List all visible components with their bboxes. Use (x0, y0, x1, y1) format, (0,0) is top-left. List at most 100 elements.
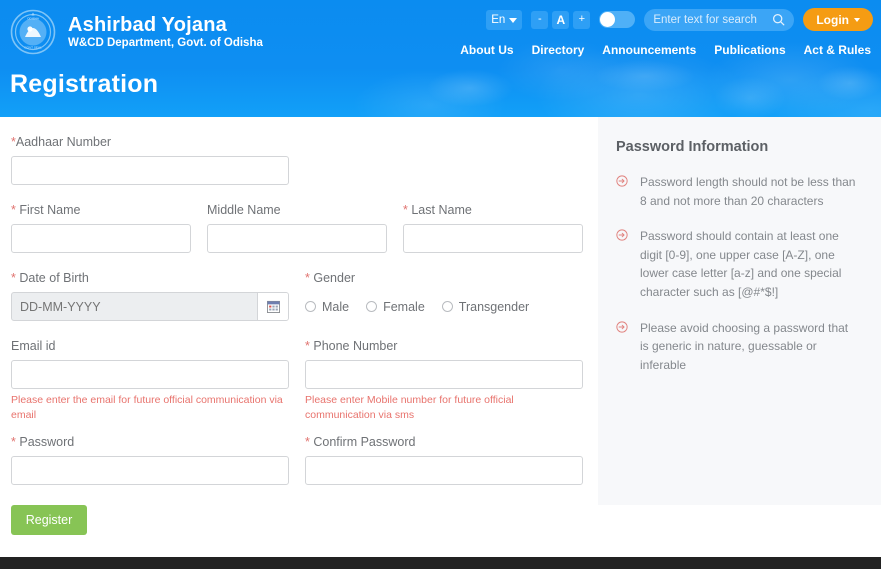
aadhaar-label: *Aadhaar Number (11, 135, 583, 149)
first-name-label-text: First Name (19, 203, 81, 217)
svg-text:ODISHA: ODISHA (27, 17, 40, 21)
password-rule-item: Please avoid choosing a password that is… (616, 319, 857, 375)
font-reset-button[interactable]: A (552, 10, 570, 29)
gender-option-transgender-label: Transgender (458, 299, 530, 314)
site-header: ODISHA GOVT SEAL Ashirbad Yojana W&CD De… (0, 0, 881, 117)
email-input[interactable] (11, 360, 289, 389)
header-background-wave-overlay (390, 58, 881, 117)
chevron-down-icon (509, 17, 518, 23)
login-button[interactable]: Login (803, 8, 873, 31)
page-title: Registration (10, 70, 159, 98)
password-rule-text: Please avoid choosing a password that is… (640, 320, 849, 372)
font-increase-button[interactable]: + (573, 10, 591, 29)
register-button[interactable]: Register (11, 505, 87, 536)
arrow-circle-icon (616, 229, 628, 241)
font-size-controls: - A + (531, 10, 591, 29)
first-name-input[interactable] (11, 224, 191, 253)
password-panel-title: Password Information (616, 139, 769, 155)
confirm-password-field-group: * Confirm Password (305, 435, 583, 486)
search-icon[interactable] (772, 13, 785, 26)
dob-label-text: Date of Birth (19, 271, 89, 285)
svg-text:GOVT SEAL: GOVT SEAL (24, 46, 42, 50)
first-name-field-group: * First Name (11, 203, 191, 253)
required-marker: * (11, 271, 16, 285)
brand-subtitle: W&CD Department, Govt. of Odisha (68, 36, 263, 49)
gender-option-male[interactable]: Male (305, 300, 349, 314)
confirm-password-label-text: Confirm Password (313, 435, 416, 450)
required-marker: * (305, 271, 310, 285)
nav-item-about-us[interactable]: About Us (460, 43, 513, 57)
language-selector[interactable]: En (486, 9, 523, 30)
main-content: *Aadhaar Number * First Name Middle Name… (0, 117, 881, 557)
gender-option-female[interactable]: Female (366, 300, 425, 314)
radio-circle-icon[interactable] (441, 301, 453, 312)
site-footer (0, 557, 881, 569)
middle-name-field-group: Middle Name (207, 203, 387, 253)
nav-item-act-and-rules[interactable]: Act & Rules (804, 43, 871, 57)
search-input[interactable]: Enter text for search (653, 14, 772, 26)
password-row: * Password * Confirm Password (11, 435, 583, 486)
gender-label: * Gender (305, 271, 583, 285)
nav-item-directory[interactable]: Directory (532, 43, 585, 57)
font-decrease-button[interactable]: - (531, 10, 549, 29)
brand-title: Ashirbad Yojana (68, 13, 227, 36)
caret-down-icon (854, 17, 860, 22)
odisha-government-emblem-icon: ODISHA GOVT SEAL (10, 9, 56, 55)
gender-option-transgender[interactable]: Transgender (441, 299, 530, 314)
gender-option-male-label: Male (322, 299, 350, 314)
gender-label-text: Gender (313, 271, 356, 285)
middle-name-label: Middle Name (207, 203, 281, 217)
password-label: * Password (11, 435, 289, 449)
dob-input-wrapper[interactable] (11, 292, 289, 321)
radio-circle-icon[interactable] (305, 301, 316, 312)
first-name-label: * First Name (11, 203, 191, 217)
aadhaar-field-group: *Aadhaar Number (11, 135, 583, 185)
aadhaar-input[interactable] (11, 156, 289, 185)
search-box[interactable]: Enter text for search (644, 8, 795, 31)
phone-helper-text: Please enter Mobile number for future of… (305, 394, 514, 422)
password-rule-item: Password should contain at least one dig… (616, 227, 857, 301)
confirm-password-input[interactable] (305, 456, 583, 486)
middle-name-input[interactable] (207, 224, 387, 253)
password-rule-item: Password length should not be less than … (616, 173, 857, 210)
nav-item-publications[interactable]: Publications (714, 43, 785, 57)
required-marker: * (403, 203, 408, 217)
required-marker: * (11, 435, 16, 450)
calendar-picker-button[interactable] (257, 293, 288, 320)
last-name-field-group: * Last Name (403, 203, 583, 253)
email-label: Email id (11, 339, 56, 353)
brand-logo-block[interactable]: ODISHA GOVT SEAL Ashirbad Yojana W&CD De… (10, 9, 263, 55)
contrast-toggle-switch[interactable] (599, 11, 636, 28)
calendar-icon (266, 300, 280, 313)
password-rule-text: Password length should not be less than … (640, 175, 856, 208)
password-input[interactable] (11, 456, 289, 486)
toggle-knob (600, 12, 616, 27)
dob-gender-row: * Date of Birth DD-MM-YYYY * Gender Male… (11, 271, 583, 321)
email-helper-text: Please enter the email for future offici… (11, 394, 283, 422)
brand-text: Ashirbad Yojana W&CD Department, Govt. o… (68, 15, 263, 50)
radio-circle-icon[interactable] (366, 301, 378, 312)
email-phone-row: Email id Please enter the email for futu… (11, 339, 583, 423)
phone-label: * Phone Number (305, 339, 583, 353)
gender-field-group: * Gender Male Female Transgender (305, 271, 583, 321)
password-rule-text: Password should contain at least one dig… (640, 229, 842, 299)
password-field-group: * Password (11, 435, 289, 486)
nav-item-announcements[interactable]: Announcements (602, 43, 696, 57)
confirm-password-label: * Confirm Password (305, 435, 583, 449)
dob-label: * Date of Birth (11, 271, 289, 285)
aadhaar-label-text: Aadhaar Number (15, 135, 112, 149)
login-label: Login (816, 12, 849, 27)
phone-field-group: * Phone Number Please enter Mobile numbe… (305, 339, 583, 423)
dob-input[interactable] (12, 293, 257, 320)
required-marker: * (305, 339, 310, 353)
required-marker: * (305, 435, 310, 450)
main-navigation: About Us Directory Announcements Publica… (460, 43, 871, 57)
arrow-circle-icon (616, 175, 628, 187)
last-name-input[interactable] (403, 224, 583, 253)
gender-option-female-label: Female (383, 299, 425, 314)
name-fields-row: * First Name Middle Name * Last Name (11, 203, 583, 253)
last-name-label: * Last Name (403, 203, 583, 217)
language-label: En (491, 13, 506, 26)
gender-radio-group: Male Female Transgender (305, 292, 583, 321)
phone-input[interactable] (305, 360, 583, 389)
